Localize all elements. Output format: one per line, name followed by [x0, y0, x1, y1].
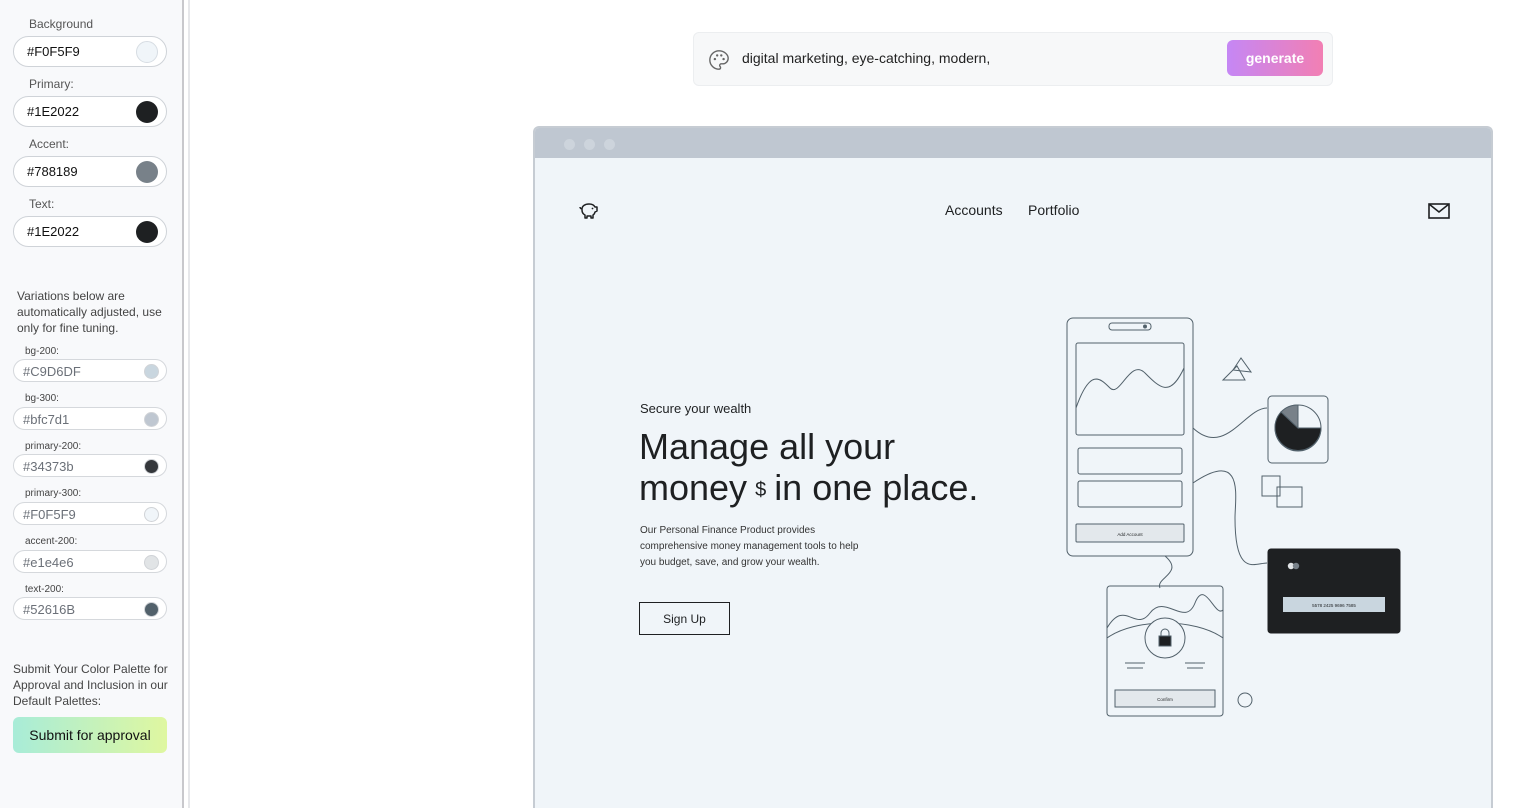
- hero-eyebrow: Secure your wealth: [640, 401, 752, 416]
- bg-300-label: bg-300:: [25, 393, 59, 404]
- primary-200-value: #34373b: [23, 459, 74, 474]
- hero-headline: Manage all your money $ in one place.: [639, 426, 1059, 511]
- accent-color-value: #788189: [27, 164, 78, 179]
- bg-200-label: bg-200:: [25, 346, 59, 357]
- palette-sidebar: Background #F0F5F9 Primary: #1E2022 Acce…: [0, 0, 184, 808]
- prompt-bar: digital marketing, eye-catching, modern,…: [693, 32, 1333, 86]
- accent-swatch[interactable]: [136, 161, 158, 183]
- bg-300-field[interactable]: #bfc7d1: [13, 407, 167, 430]
- nav-link-accounts[interactable]: Accounts: [945, 202, 1003, 218]
- text-color-field[interactable]: #1E2022: [13, 216, 167, 247]
- window-dot: [584, 139, 595, 150]
- primary-color-field[interactable]: #1E2022: [13, 96, 167, 127]
- accent-color-field[interactable]: #788189: [13, 156, 167, 187]
- primary-200-swatch[interactable]: [144, 459, 159, 474]
- text-200-swatch[interactable]: [144, 602, 159, 617]
- piggy-bank-icon[interactable]: [577, 199, 601, 223]
- add-account-label: Add Account: [1117, 532, 1143, 537]
- variations-note: Variations below are automatically adjus…: [17, 289, 162, 335]
- primary-300-field[interactable]: #F0F5F9: [13, 502, 167, 525]
- primary-300-label: primary-300:: [25, 488, 82, 499]
- text-swatch[interactable]: [136, 221, 158, 243]
- accent-label: Accent:: [29, 137, 70, 151]
- primary-200-field[interactable]: #34373b: [13, 454, 167, 477]
- primary-label: Primary:: [29, 77, 74, 91]
- background-label: Background: [29, 17, 94, 31]
- primary-300-value: #F0F5F9: [23, 507, 76, 522]
- prompt-input[interactable]: digital marketing, eye-catching, modern,: [742, 50, 990, 66]
- nav-link-portfolio[interactable]: Portfolio: [1028, 202, 1079, 218]
- background-swatch[interactable]: [136, 41, 158, 63]
- text-200-value: #52616B: [23, 602, 76, 617]
- headline-line-1: Manage all your: [639, 426, 896, 467]
- background-color-value: #F0F5F9: [27, 44, 80, 59]
- primary-swatch[interactable]: [136, 101, 158, 123]
- primary-color-value: #1E2022: [27, 104, 80, 119]
- text-200-field[interactable]: #52616B: [13, 597, 167, 620]
- bg-200-swatch[interactable]: [144, 364, 159, 379]
- card-number: 5578 2425 9696 7585: [1312, 603, 1356, 608]
- confirm-label: Confirm: [1157, 697, 1173, 702]
- text-color-value: #1E2022: [27, 224, 80, 239]
- mail-icon[interactable]: [1428, 202, 1450, 220]
- hero-description: Our Personal Finance Product provides co…: [640, 525, 859, 568]
- browser-title-bar: [535, 128, 1491, 158]
- sidebar-divider: [188, 0, 190, 808]
- bg-200-field[interactable]: #C9D6DF: [13, 359, 167, 382]
- background-color-field[interactable]: #F0F5F9: [13, 36, 167, 67]
- generate-button[interactable]: generate: [1227, 40, 1323, 76]
- accent-200-field[interactable]: #e1e4e6: [13, 550, 167, 573]
- palette-icon: [709, 50, 729, 70]
- primary-300-swatch[interactable]: [144, 507, 159, 522]
- bg-300-swatch[interactable]: [144, 412, 159, 427]
- window-dot: [604, 139, 615, 150]
- preview-browser-window: Accounts Portfolio Secure your wealth Ma…: [533, 126, 1493, 808]
- headline-line-2a: money: [639, 467, 748, 508]
- headline-line-2b: in one place.: [774, 467, 979, 508]
- dollar-symbol: $: [755, 478, 767, 501]
- submit-note: Submit Your Color Palette for Approval a…: [13, 662, 168, 708]
- primary-200-label: primary-200:: [25, 441, 82, 452]
- bg-200-value: #C9D6DF: [23, 364, 81, 379]
- finance-illustration: Add Account 5578 2425 9696 7585 Confirm: [1066, 317, 1401, 717]
- accent-200-swatch[interactable]: [144, 555, 159, 570]
- bg-300-value: #bfc7d1: [23, 412, 70, 427]
- sign-up-button[interactable]: Sign Up: [639, 602, 730, 635]
- window-dot: [564, 139, 575, 150]
- text-label: Text:: [29, 197, 55, 211]
- phone-outline: [1066, 317, 1194, 557]
- accent-200-value: #e1e4e6: [23, 555, 74, 570]
- text-200-label: text-200:: [25, 584, 64, 595]
- accent-200-label: accent-200:: [25, 536, 78, 547]
- submit-for-approval-button[interactable]: Submit for approval: [13, 717, 167, 753]
